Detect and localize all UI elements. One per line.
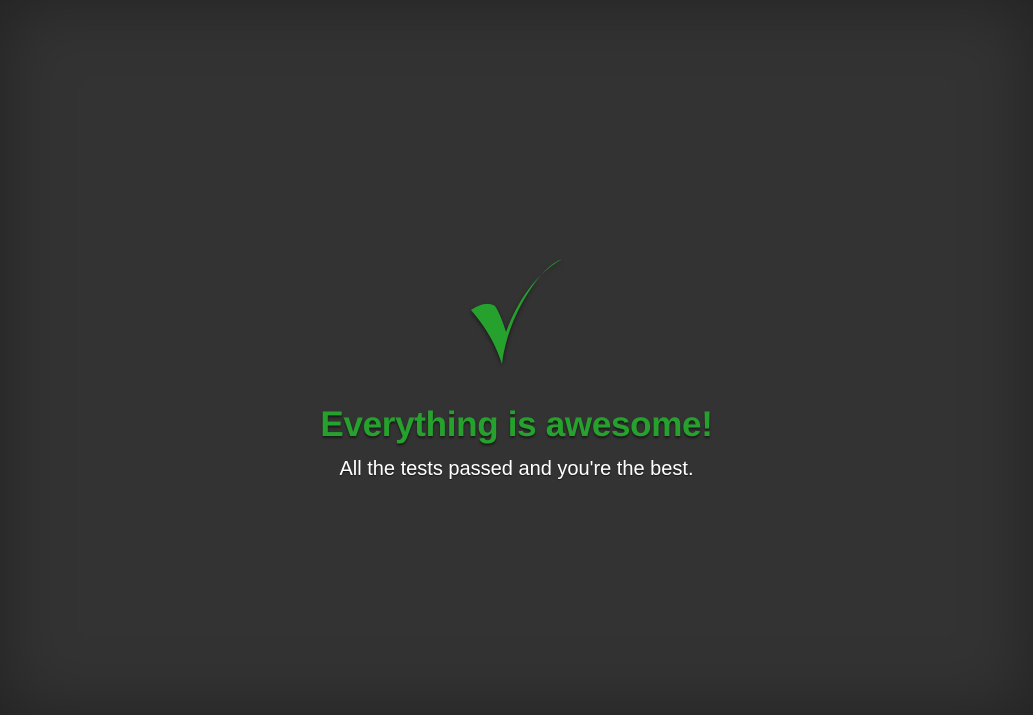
test-status-panel: Everything is awesome! All the tests pas… bbox=[0, 0, 1033, 715]
status-title: Everything is awesome! bbox=[320, 405, 713, 444]
status-message: All the tests passed and you're the best… bbox=[339, 458, 694, 480]
check-icon bbox=[468, 256, 566, 368]
